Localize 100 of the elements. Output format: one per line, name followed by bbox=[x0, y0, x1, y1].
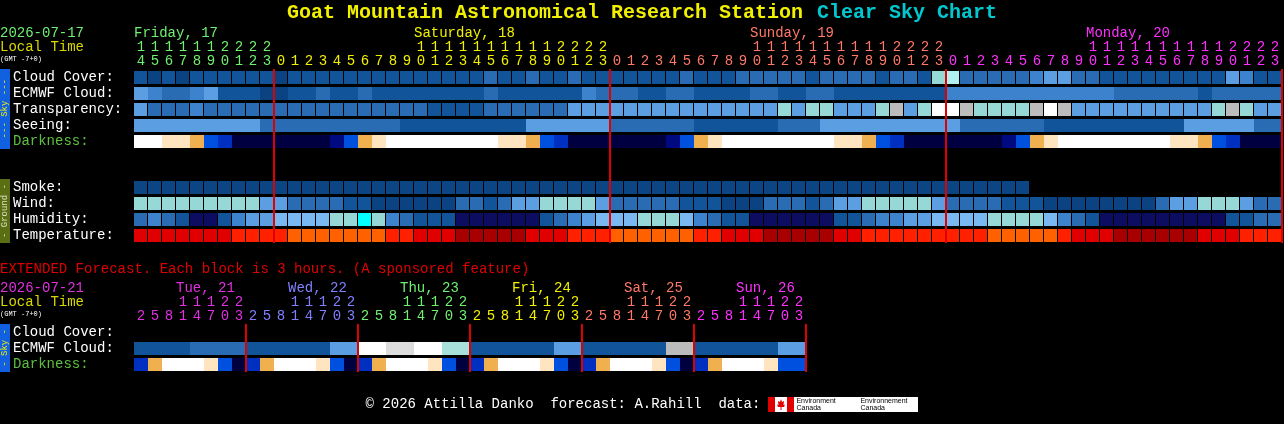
hour-label: 15 bbox=[1157, 40, 1169, 68]
hour-label: 9 bbox=[401, 54, 413, 68]
hour-label: 11 bbox=[290, 295, 300, 323]
hour-label: 3 bbox=[317, 54, 329, 68]
chart-date: 2026-07-17 bbox=[0, 26, 85, 40]
hour-label: 5 bbox=[485, 309, 497, 323]
day-label: Sun, 26 bbox=[735, 281, 796, 295]
hour-label: 23 bbox=[345, 295, 357, 323]
hour-label: 1 bbox=[625, 54, 637, 68]
day-label: Fri, 24 bbox=[511, 281, 572, 295]
hour-label: 14 bbox=[416, 295, 426, 323]
hour-label: 14 bbox=[472, 40, 482, 68]
hour-label: 13 bbox=[458, 40, 468, 68]
hour-label: 10 bbox=[752, 40, 762, 68]
hour-label: 17 bbox=[542, 295, 553, 323]
row-label: ECMWF Cloud: bbox=[12, 85, 115, 101]
hour-label: 15 bbox=[821, 40, 833, 68]
hour-label: 9 bbox=[1073, 54, 1085, 68]
hour-label: 20 bbox=[331, 295, 343, 323]
hour-label: 17 bbox=[654, 295, 665, 323]
hour-label: 21 bbox=[1241, 40, 1253, 68]
hour-label: 21 bbox=[905, 40, 917, 68]
hour-label: 2 bbox=[583, 309, 595, 323]
hour-label: 11 bbox=[766, 40, 776, 68]
row-label: Humidity: bbox=[12, 211, 90, 227]
hour-label: 17 bbox=[430, 295, 441, 323]
group-label: --- Sky --- bbox=[0, 69, 10, 149]
hour-label: 12 bbox=[444, 40, 454, 68]
hour-label: 15 bbox=[150, 40, 160, 68]
hour-label: 8 bbox=[723, 54, 735, 68]
day-label: Sunday, 19 bbox=[749, 26, 835, 40]
hour-label: 14 bbox=[192, 295, 202, 323]
hour-label: 12 bbox=[780, 40, 790, 68]
hour-label: 14 bbox=[807, 40, 819, 68]
hour-label: 18 bbox=[1199, 40, 1211, 68]
hour-label: 8 bbox=[163, 309, 175, 323]
hour-label: 16 bbox=[499, 40, 511, 68]
hour-label: 11 bbox=[402, 295, 412, 323]
hour-label: 13 bbox=[1130, 40, 1140, 68]
hour-label: 14 bbox=[640, 295, 650, 323]
hour-label: 2 bbox=[639, 54, 651, 68]
hour-label: 11 bbox=[430, 40, 440, 68]
chart-subtitle: Clear Sky Chart bbox=[817, 0, 998, 26]
hour-label: 17 bbox=[178, 40, 188, 68]
hour-label: 20 bbox=[891, 40, 903, 68]
hour-label: 20 bbox=[667, 295, 679, 323]
hour-label: 14 bbox=[528, 295, 538, 323]
day-label: Saturday, 18 bbox=[413, 26, 516, 40]
hour-label: 2 bbox=[303, 54, 315, 68]
hour-label: 11 bbox=[514, 295, 524, 323]
day-label: Friday, 17 bbox=[134, 26, 219, 40]
hour-label: 20 bbox=[443, 295, 455, 323]
hour-label: 23 bbox=[1269, 40, 1281, 68]
hour-label: 0 bbox=[275, 54, 287, 68]
hour-label: 16 bbox=[164, 40, 174, 68]
hour-label: 19 bbox=[541, 40, 553, 68]
row-label: Temperature: bbox=[12, 227, 115, 243]
hour-label: 3 bbox=[989, 54, 1001, 68]
hour-label: 2 bbox=[471, 309, 483, 323]
hour-label: 8 bbox=[723, 309, 735, 323]
hour-label: 19 bbox=[1213, 40, 1225, 68]
hour-label: 5 bbox=[597, 309, 609, 323]
hour-label: 5 bbox=[373, 309, 385, 323]
hour-label: 5 bbox=[681, 54, 693, 68]
hour-label: 23 bbox=[457, 295, 469, 323]
hour-label: 5 bbox=[1017, 54, 1029, 68]
hour-label: 4 bbox=[331, 54, 343, 68]
hour-label: 13 bbox=[794, 40, 804, 68]
day-label: Sat, 25 bbox=[623, 281, 684, 295]
hour-label: 18 bbox=[191, 40, 203, 68]
hour-label: 23 bbox=[569, 295, 581, 323]
hour-label: 23 bbox=[261, 40, 273, 68]
hour-label: 22 bbox=[583, 40, 595, 68]
hour-label: 17 bbox=[513, 40, 525, 68]
hour-label: 6 bbox=[1031, 54, 1043, 68]
hour-label: 17 bbox=[766, 295, 777, 323]
row-label: Transparency: bbox=[12, 101, 124, 117]
local-time-label: Local Time bbox=[0, 295, 85, 309]
hour-label: 2 bbox=[975, 54, 987, 68]
hour-label: 11 bbox=[1102, 40, 1112, 68]
hour-label: 5 bbox=[709, 309, 721, 323]
hour-label: 8 bbox=[1059, 54, 1071, 68]
hour-label: 4 bbox=[1003, 54, 1015, 68]
hour-label: 17 bbox=[849, 40, 861, 68]
hour-label: 2 bbox=[247, 309, 259, 323]
hour-label: 19 bbox=[205, 40, 217, 68]
hour-label: 5 bbox=[149, 309, 161, 323]
hour-label: 22 bbox=[1255, 40, 1267, 68]
hour-label: 14 bbox=[304, 295, 314, 323]
hour-label: 8 bbox=[499, 309, 511, 323]
hour-label: 17 bbox=[1185, 40, 1197, 68]
hour-label: 8 bbox=[387, 54, 399, 68]
hour-label: 20 bbox=[779, 295, 791, 323]
hour-label: 5 bbox=[261, 309, 273, 323]
hour-label: 22 bbox=[919, 40, 931, 68]
hour-label: 11 bbox=[626, 295, 636, 323]
hour-label: 11 bbox=[178, 295, 188, 323]
hour-label: 18 bbox=[863, 40, 875, 68]
hour-label: 11 bbox=[738, 295, 748, 323]
hour-label: 5 bbox=[345, 54, 357, 68]
